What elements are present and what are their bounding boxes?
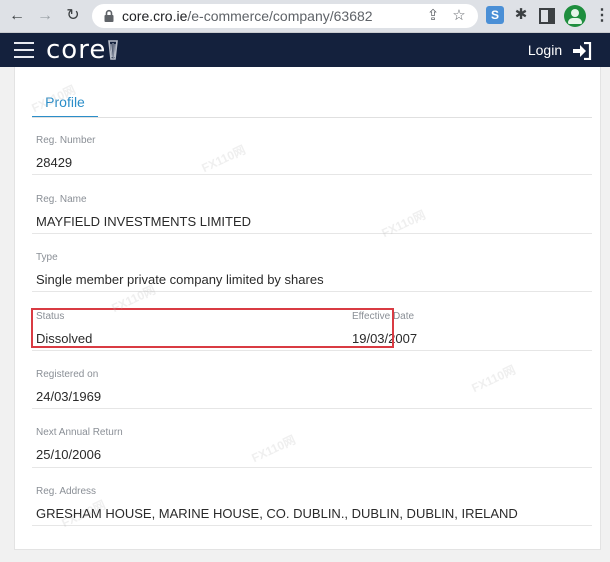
field-next-annual-return: Next Annual Return 25/10/2006 (36, 427, 592, 463)
url-text: core.cro.ie/e-commerce/company/63682 (122, 4, 373, 28)
bookmark-star-icon[interactable]: ☆ (450, 7, 468, 25)
registered-on-value: 24/03/1969 (36, 389, 102, 404)
type-value: Single member private company limited by… (36, 272, 324, 287)
field-type: Type Single member private company limit… (36, 252, 592, 288)
field-reg-name: Reg. Name MAYFIELD INVESTMENTS LIMITED (36, 194, 592, 230)
divider (32, 350, 592, 351)
status-highlight-box (31, 308, 394, 348)
side-panel-icon[interactable] (539, 8, 555, 24)
address-bar[interactable]: core.cro.ie/e-commerce/company/63682 ⇪ ☆ (92, 4, 478, 28)
tab-profile[interactable]: Profile (32, 88, 98, 118)
browser-menu-icon[interactable]: ⋮ (594, 5, 610, 27)
harp-logo-icon (108, 40, 118, 60)
lock-icon (104, 9, 114, 22)
reg-number-value: 28429 (36, 155, 73, 170)
divider (32, 467, 592, 468)
reload-icon[interactable]: ↻ (62, 5, 84, 27)
reg-address-label: Reg. Address (36, 486, 97, 497)
forward-arrow-icon[interactable]: → (34, 5, 56, 27)
login-arrow-icon (573, 42, 592, 61)
next-annual-return-value: 25/10/2006 (36, 447, 102, 462)
divider (32, 233, 592, 234)
tab-divider (32, 117, 592, 118)
reg-name-label: Reg. Name (36, 194, 87, 205)
divider (32, 291, 592, 292)
app-header: core Login (0, 33, 610, 67)
field-reg-number: Reg. Number 28429 (36, 135, 592, 171)
field-reg-address: Reg. Address GRESHAM HOUSE, MARINE HOUSE… (36, 486, 592, 522)
login-button[interactable]: Login (528, 33, 592, 67)
registered-on-label: Registered on (36, 369, 99, 380)
reg-number-label: Reg. Number (36, 135, 96, 146)
login-label: Login (527, 42, 563, 58)
hamburger-menu-icon[interactable] (14, 42, 34, 58)
browser-toolbar: ← → ↻ core.cro.ie/e-commerce/company/636… (0, 0, 610, 33)
type-label: Type (36, 252, 58, 263)
divider (32, 525, 592, 526)
url-path: /e-commerce/company/63682 (187, 8, 373, 24)
extensions-puzzle-icon[interactable]: ✱ (512, 6, 530, 24)
extension-s-icon[interactable]: S (486, 6, 504, 24)
url-domain: core.cro.ie (122, 8, 188, 24)
reg-name-value: MAYFIELD INVESTMENTS LIMITED (36, 214, 252, 229)
field-registered-on: Registered on 24/03/1969 (36, 369, 592, 405)
reg-address-value: GRESHAM HOUSE, MARINE HOUSE, CO. DUBLIN.… (36, 506, 518, 521)
divider (32, 174, 592, 175)
next-annual-return-label: Next Annual Return (36, 427, 123, 438)
core-logo[interactable]: core (46, 34, 106, 66)
back-arrow-icon[interactable]: ← (6, 5, 28, 27)
divider (32, 408, 592, 409)
profile-avatar-icon[interactable] (564, 5, 586, 27)
share-icon[interactable]: ⇪ (424, 7, 442, 25)
